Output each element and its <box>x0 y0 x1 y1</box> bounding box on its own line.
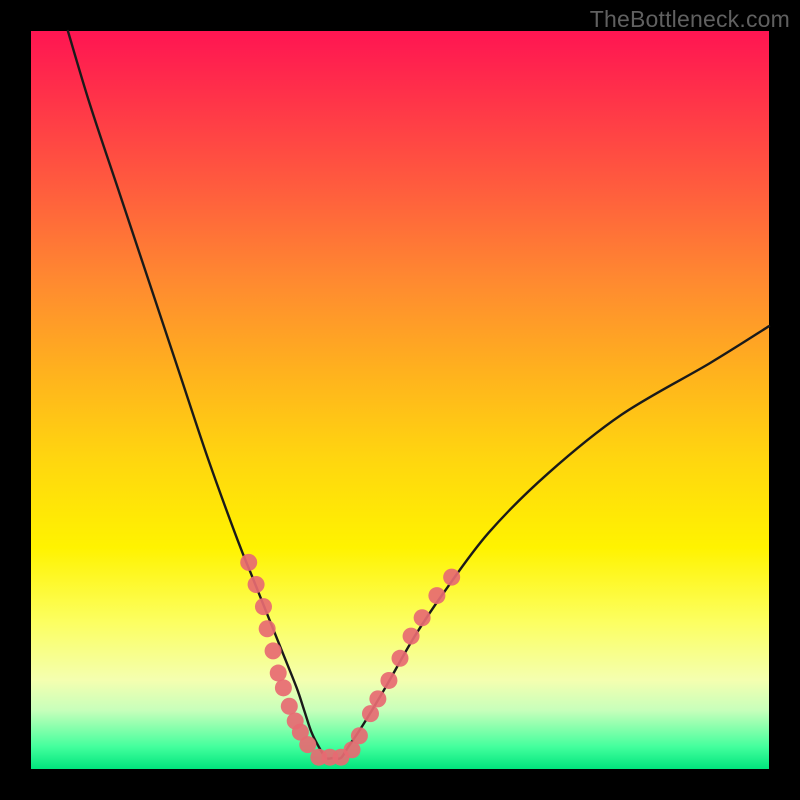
watermark-label: TheBottleneck.com <box>590 6 790 33</box>
chart-frame: TheBottleneck.com <box>0 0 800 800</box>
plot-area <box>31 31 769 769</box>
